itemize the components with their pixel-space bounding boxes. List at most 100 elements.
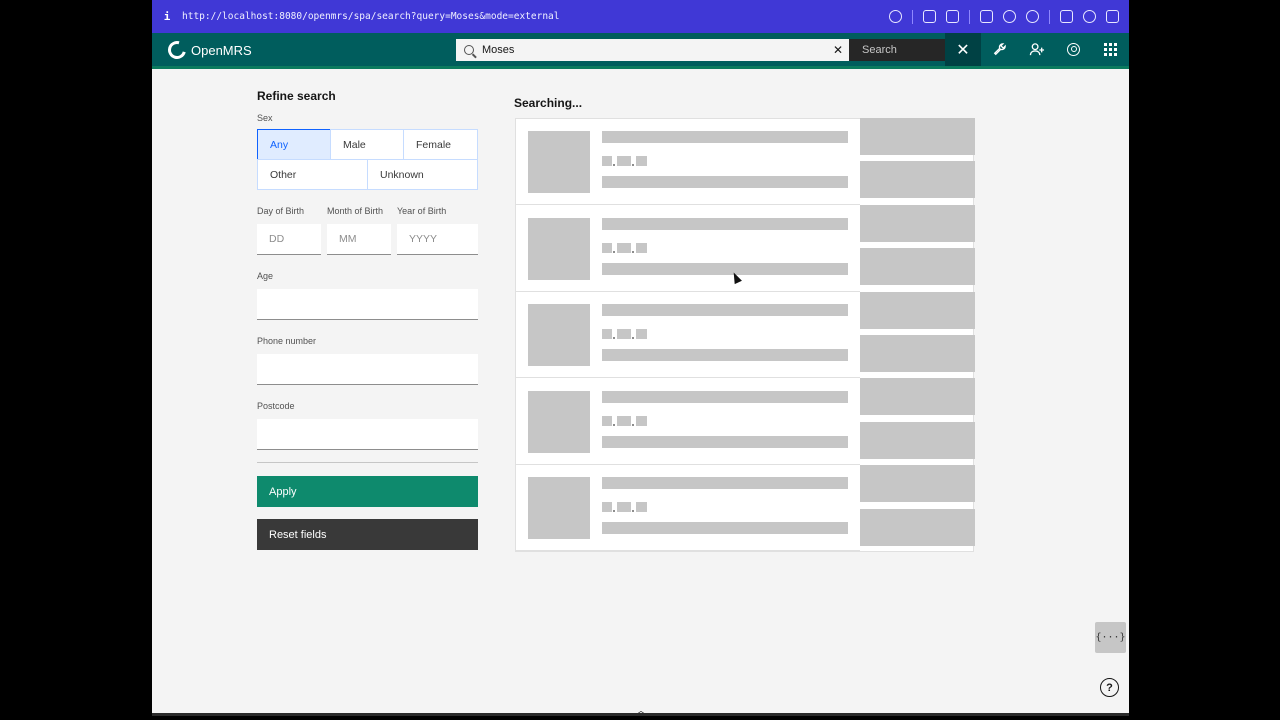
skeleton-row (516, 292, 860, 379)
sex-label: Sex (257, 113, 273, 123)
bottom-bar (152, 713, 1129, 716)
search-results-skeleton (515, 118, 975, 552)
apply-button[interactable]: Apply (257, 476, 478, 507)
skeleton-meta (617, 502, 631, 513)
refine-search-title: Refine search (257, 89, 336, 103)
skeleton-dot (613, 250, 615, 253)
json-devtools-button[interactable]: {···} (1095, 622, 1126, 653)
phone-number-input[interactable] (257, 354, 478, 385)
app-frame: i http://localhost:8080/openmrs/spa/sear… (152, 0, 1129, 716)
camera-icon[interactable] (946, 10, 959, 23)
site-info-icon[interactable]: i (152, 10, 182, 23)
skeleton-dot (632, 250, 634, 253)
skeleton-name (602, 304, 848, 317)
skeleton-meta (602, 242, 612, 253)
skeleton-action (860, 421, 975, 459)
app-header: OpenMRS ✕ Search ✕ (152, 33, 1129, 69)
skeleton-action (860, 378, 975, 416)
skeleton-meta (617, 156, 631, 166)
toolbar-divider (912, 9, 913, 24)
skeleton-dot (632, 164, 634, 166)
chevron-up-icon[interactable]: ︿ (636, 702, 646, 716)
skeleton-meta (602, 415, 612, 426)
skeleton-row (516, 465, 860, 552)
sex-option-unknown[interactable]: Unknown (367, 159, 478, 190)
skeleton-meta (636, 502, 647, 513)
extension-icon[interactable] (1060, 10, 1073, 23)
skeleton-row (516, 379, 860, 465)
skeleton-dot (632, 423, 634, 426)
sex-option-male[interactable]: Male (330, 129, 404, 160)
skeleton-name (602, 217, 848, 230)
add-user-icon[interactable] (1018, 33, 1055, 66)
clear-search-icon[interactable]: ✕ (827, 43, 849, 57)
toolbar-divider (1049, 9, 1050, 24)
skeleton-name (602, 390, 848, 403)
download-icon[interactable] (923, 10, 936, 23)
skeleton-meta (636, 242, 647, 253)
skeleton-detail (602, 522, 848, 535)
openmrs-logo[interactable]: OpenMRS (164, 37, 252, 63)
skeleton-action (860, 118, 975, 155)
close-search-button[interactable]: ✕ (945, 33, 981, 66)
app-switcher-icon[interactable] (1092, 33, 1129, 66)
age-label: Age (257, 271, 274, 281)
openmrs-logo-icon (164, 37, 190, 63)
year-of-birth-input[interactable] (397, 224, 478, 255)
age-input[interactable] (257, 289, 478, 320)
skeleton-dot (632, 510, 634, 513)
skeleton-avatar (528, 217, 590, 280)
patient-search-box[interactable]: ✕ (456, 39, 849, 61)
skeleton-meta (617, 415, 631, 426)
address-bar[interactable]: http://localhost:8080/openmrs/spa/search… (182, 11, 889, 22)
skeleton-meta (636, 156, 647, 166)
postcode-input[interactable] (257, 419, 478, 450)
search-status: Searching... (514, 96, 583, 110)
mail-icon[interactable] (980, 10, 993, 23)
skeleton-action (860, 291, 975, 329)
skeleton-detail (602, 435, 848, 448)
sex-option-female[interactable]: Female (403, 129, 478, 160)
skeleton-meta (602, 502, 612, 513)
reset-fields-button[interactable]: Reset fields (257, 519, 478, 550)
month-of-birth-label: Month of Birth (327, 206, 384, 216)
link-icon[interactable] (889, 10, 902, 23)
skeleton-dot (613, 510, 615, 513)
wrench-icon[interactable] (981, 33, 1018, 66)
sex-option-other[interactable]: Other (257, 159, 368, 190)
browser-toolbar: i http://localhost:8080/openmrs/spa/sear… (152, 0, 1129, 33)
skeleton-name (602, 131, 848, 143)
day-of-birth-input[interactable] (257, 224, 321, 255)
skeleton-avatar (528, 304, 590, 367)
skeleton-meta (602, 329, 612, 340)
skeleton-avatar (528, 477, 590, 540)
sex-option-any[interactable]: Any (257, 129, 331, 160)
patient-search-input[interactable] (482, 44, 827, 56)
day-of-birth-label: Day of Birth (257, 206, 305, 216)
skeleton-action (860, 465, 975, 503)
help-icon[interactable]: ? (1100, 678, 1119, 697)
month-of-birth-input[interactable] (327, 224, 391, 255)
skeleton-avatar (528, 390, 590, 453)
crosshair-icon[interactable] (1026, 10, 1039, 23)
user-avatar-icon[interactable] (1055, 33, 1092, 66)
skeleton-meta (602, 156, 612, 166)
skeleton-dot (632, 337, 634, 340)
postcode-label: Postcode (257, 401, 295, 411)
skeleton-dot (613, 164, 615, 166)
globe-icon[interactable] (1003, 10, 1016, 23)
skeleton-meta (636, 329, 647, 340)
skeleton-row (516, 206, 860, 292)
search-icon (464, 45, 474, 55)
toolbar-divider (969, 9, 970, 24)
skeleton-avatar (528, 131, 590, 193)
brand-name: OpenMRS (191, 42, 252, 58)
profile-icon[interactable] (1083, 10, 1096, 23)
skeleton-action (860, 508, 975, 546)
form-divider (257, 462, 478, 463)
sidebar-icon[interactable] (1106, 10, 1119, 23)
skeleton-dot (613, 423, 615, 426)
skeleton-detail (602, 176, 848, 188)
search-button[interactable]: Search (849, 39, 945, 61)
skeleton-meta (636, 415, 647, 426)
